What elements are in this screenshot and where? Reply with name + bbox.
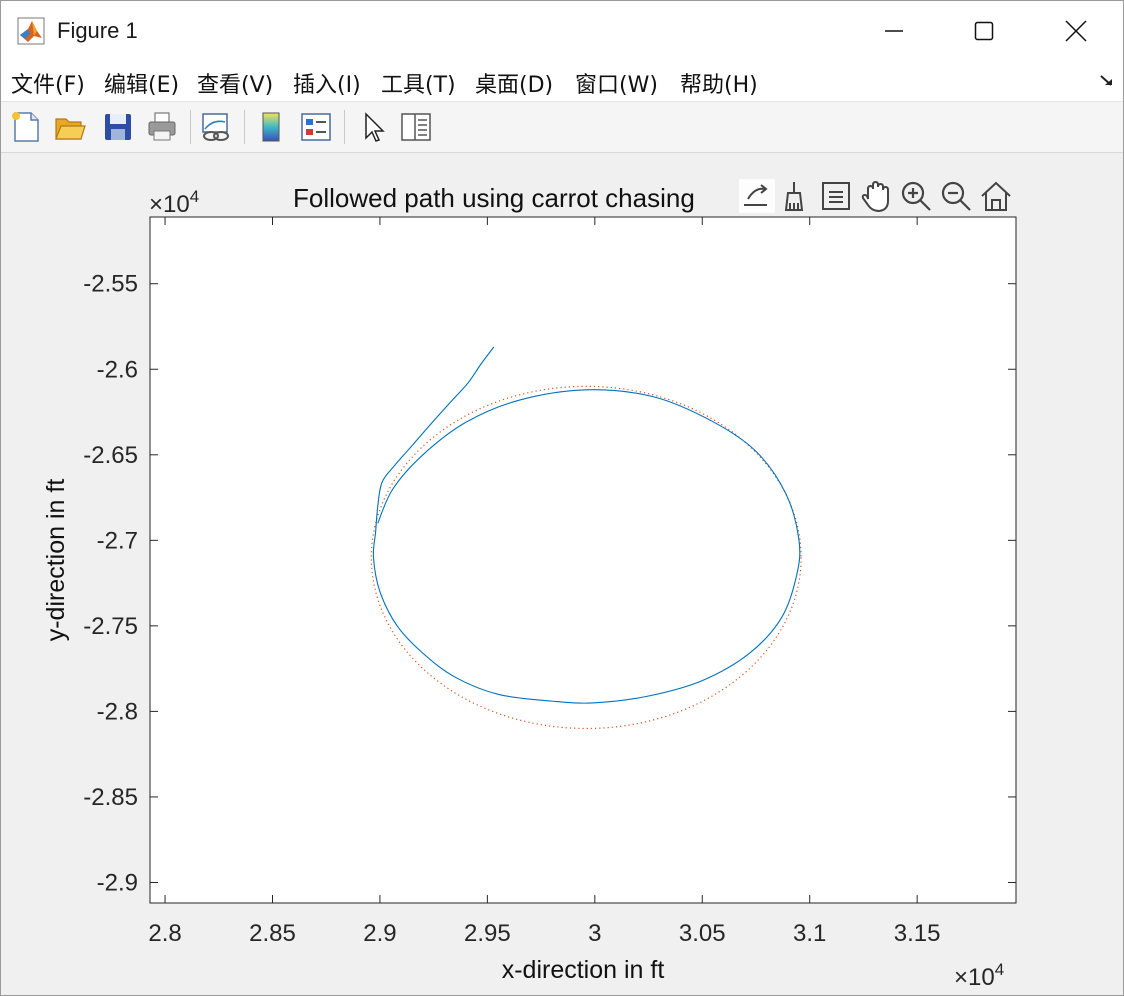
save-button[interactable] <box>101 110 135 144</box>
y-tick-label: -2.8 <box>97 698 138 725</box>
select-arrow-button[interactable] <box>357 110 391 144</box>
x-axis-label: x-direction in ft <box>502 956 665 984</box>
y-tick-label: -2.7 <box>97 527 138 554</box>
axes-box <box>149 216 1017 904</box>
print-icon <box>148 112 176 141</box>
open-icon <box>55 118 86 140</box>
legend-button[interactable] <box>299 110 333 144</box>
menu-window[interactable]: 窗口(W) <box>575 67 658 99</box>
maximize-icon <box>974 21 994 41</box>
x-axis-multiplier: ×104 <box>954 960 1004 991</box>
property-inspector-icon <box>401 113 431 141</box>
y-tick-label: -2.75 <box>83 613 138 640</box>
property-inspector-button[interactable] <box>399 110 433 144</box>
y-tick-label: -2.6 <box>97 356 138 383</box>
matlab-logo-icon <box>17 17 45 45</box>
new-figure-icon <box>12 112 39 142</box>
export-button[interactable] <box>739 179 775 213</box>
x-tick-label: 3 <box>588 920 601 947</box>
link-plot-icon <box>202 113 229 141</box>
dock-arrow-icon[interactable] <box>1099 73 1115 89</box>
toolbar-separator <box>244 110 245 144</box>
x-tick-label: 2.95 <box>464 920 511 947</box>
axes-toolbar <box>739 179 1011 213</box>
menu-bar: 文件(F) 编辑(E) 查看(V) 插入(I) 工具(T) 桌面(D) 窗口(W… <box>1 61 1123 102</box>
x-tick-label: 2.8 <box>148 920 181 947</box>
toolbar-separator <box>344 110 345 144</box>
brush-icon <box>784 182 804 211</box>
open-button[interactable] <box>53 110 87 144</box>
x-tick-label: 2.9 <box>363 920 396 947</box>
y-tick-label: -2.9 <box>97 869 138 896</box>
home-icon <box>981 181 1011 211</box>
data-tips-button[interactable] <box>822 182 850 210</box>
menu-help[interactable]: 帮助(H) <box>680 67 758 99</box>
figure-window: Figure 1 文件(F) 编辑(E) 查看(V) 插入(I) 工具(T) 桌… <box>0 0 1124 996</box>
menu-file[interactable]: 文件(F) <box>11 67 85 99</box>
colorbar-button[interactable] <box>255 110 289 144</box>
chart-title: Followed path using carrot chasing <box>293 183 695 213</box>
x-tick-label: 3.15 <box>894 920 941 947</box>
close-button[interactable] <box>1029 1 1123 61</box>
new-figure-button[interactable] <box>9 110 43 144</box>
plot-svg[interactable]: 2.8 2.85 2.9 2.95 3 3.05 3.1 3.15 -2.55 -2.6 -2.65… <box>1 153 1123 995</box>
title-bar: Figure 1 <box>1 1 1123 61</box>
zoom-out-icon <box>941 181 971 211</box>
x-tick-label: 3.1 <box>793 920 826 947</box>
pan-icon <box>861 180 889 213</box>
y-tick-label: -2.65 <box>83 442 138 469</box>
zoom-in-button[interactable] <box>901 181 931 211</box>
select-arrow-icon <box>365 112 385 142</box>
figure-toolbar <box>1 102 1123 153</box>
print-button[interactable] <box>145 110 179 144</box>
brush-button[interactable] <box>784 182 804 211</box>
y-tick-label: -2.55 <box>83 271 138 298</box>
menu-desktop[interactable]: 桌面(D) <box>475 67 553 99</box>
zoom-in-icon <box>901 181 931 211</box>
menu-insert[interactable]: 插入(I) <box>293 67 361 99</box>
pan-button[interactable] <box>861 180 889 213</box>
menu-edit[interactable]: 编辑(E) <box>104 67 179 99</box>
data-tips-icon <box>822 182 850 210</box>
menu-tools[interactable]: 工具(T) <box>381 67 456 99</box>
x-tick-label: 3.05 <box>679 920 726 947</box>
home-button[interactable] <box>981 181 1011 211</box>
zoom-out-button[interactable] <box>941 181 971 211</box>
save-icon <box>105 114 131 140</box>
y-axis-label: y-direction in ft <box>42 479 70 642</box>
toolbar-separator <box>190 110 191 144</box>
x-tick-label: 2.85 <box>249 920 296 947</box>
maximize-button[interactable] <box>937 1 1031 61</box>
y-axis-multiplier: ×104 <box>149 187 199 218</box>
minimize-button[interactable] <box>847 1 941 61</box>
menu-view[interactable]: 查看(V) <box>197 67 273 99</box>
y-tick-label: -2.85 <box>83 784 138 811</box>
colorbar-icon <box>262 112 280 142</box>
window-title: Figure 1 <box>57 18 138 43</box>
figure-canvas: 2.8 2.85 2.9 2.95 3 3.05 3.1 3.15 -2.55 -2.6 -2.65… <box>1 153 1123 995</box>
link-plot-button[interactable] <box>199 110 233 144</box>
legend-icon <box>301 113 331 141</box>
close-icon <box>1065 20 1087 42</box>
minimize-icon <box>885 30 903 32</box>
